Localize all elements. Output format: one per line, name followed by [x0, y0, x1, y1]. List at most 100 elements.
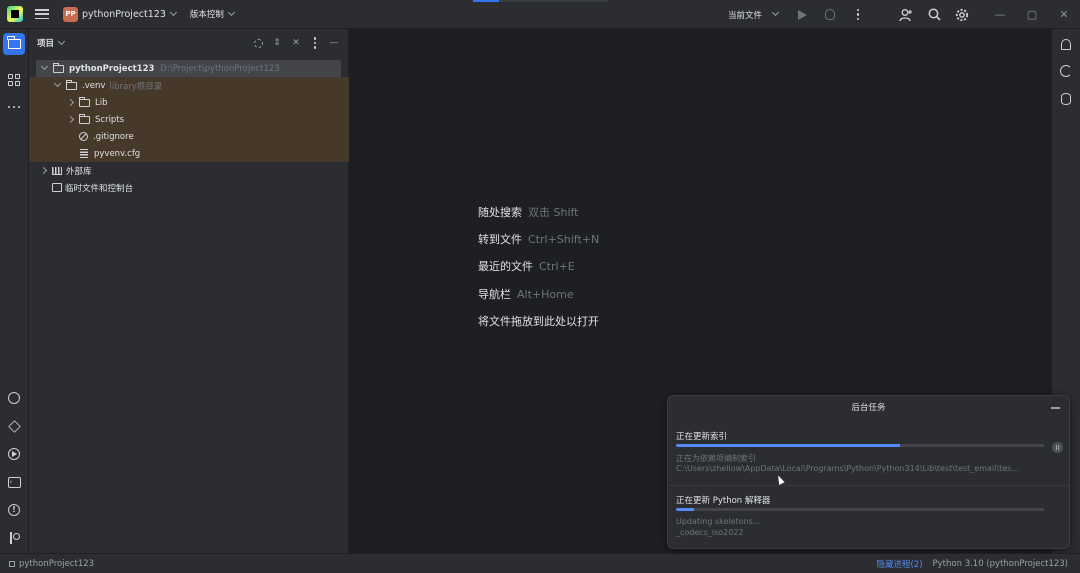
left-tool-strip: › ! [0, 29, 29, 553]
project-switcher[interactable]: pythonProject123 [82, 9, 166, 20]
tree-item-project-root[interactable]: pythonProject123 D:\Project\pythonProjec… [36, 60, 341, 77]
project-panel-title[interactable]: 项目 [37, 37, 54, 49]
structure-icon[interactable] [3, 69, 25, 91]
scratch-icon [52, 183, 62, 192]
expand-all-icon[interactable]: ⇕ [269, 35, 285, 51]
tree-item-label: 临时文件和控制台 [65, 183, 134, 194]
tree-item-label: .venv [82, 80, 106, 91]
tree-item-gitignore[interactable]: .gitignore [29, 128, 349, 145]
hint-go-to-file: 转到文件 Ctrl+Shift+N [478, 231, 599, 247]
chevron-down-icon[interactable] [57, 37, 66, 45]
add-user-icon[interactable] [892, 0, 920, 29]
project-badge[interactable]: PP [63, 6, 78, 22]
library-icon [52, 166, 62, 175]
tree-item-path: D:\Project\pythonProject123 [160, 63, 280, 74]
ai-assistant-icon[interactable] [1055, 60, 1077, 82]
tree-item-pyvenv-cfg[interactable]: pyvenv.cfg [29, 145, 349, 162]
close-button[interactable]: ✕ [1048, 0, 1080, 29]
tree-item-venv[interactable]: .venv library根目录 [29, 77, 349, 94]
status-bar: pythonProject123 隐藏进程(2) Python 3.10 (py… [0, 553, 1080, 573]
hint-action: 随处搜索 [478, 206, 522, 219]
task-title: 正在更新索引 [676, 432, 728, 442]
hint-action: 导航栏 [478, 288, 511, 301]
title-bar: PP pythonProject123 版本控制 当前文件 — ▢ ✕ [0, 0, 1080, 29]
loading-indicator [473, 0, 608, 2]
project-panel: 项目 ⇕ ✕ — pythonProject123 D:\Project\pyt… [29, 29, 349, 553]
folder-icon [52, 62, 64, 73]
tree-item-label: Scripts [95, 114, 125, 125]
folder-icon [78, 113, 90, 124]
options-icon[interactable] [307, 35, 323, 51]
project-folder-icon[interactable] [3, 33, 25, 55]
collapse-all-icon[interactable]: ✕ [288, 35, 304, 51]
divider [668, 485, 1069, 486]
background-tasks-popup: 后台任务 正在更新索引 正在为依赖项编制索引 C:\Users\zhellow\… [667, 395, 1070, 549]
task-progress-bar [676, 444, 1044, 447]
debug-icon[interactable] [816, 0, 844, 29]
terminal-icon[interactable]: › [3, 471, 25, 493]
hint-shortcut: Alt+Home [517, 288, 574, 301]
folder-icon [65, 79, 77, 90]
minimize-icon[interactable] [1051, 407, 1060, 409]
task-detail: 正在为依赖项编制索引 [676, 454, 756, 463]
pause-icon[interactable] [1052, 442, 1063, 453]
notifications-icon[interactable] [1055, 33, 1077, 55]
ignore-file-icon [79, 132, 88, 141]
hide-panel-icon[interactable]: — [326, 35, 342, 51]
expand-arrow-icon[interactable] [66, 100, 74, 105]
task-progress-bar [676, 508, 1044, 511]
search-icon[interactable] [920, 0, 948, 29]
hide-processes-link[interactable]: 隐藏进程(2) [876, 558, 922, 570]
maximize-button[interactable]: ▢ [1016, 0, 1048, 29]
expand-arrow-icon[interactable] [40, 66, 48, 71]
chevron-down-icon[interactable] [227, 8, 235, 16]
hint-shortcut: Ctrl+E [539, 260, 575, 273]
hint-shortcut: Ctrl+Shift+N [528, 233, 600, 246]
tree-item-scripts[interactable]: Scripts [29, 111, 349, 128]
expand-arrow-icon[interactable] [66, 117, 74, 122]
tree-item-lib[interactable]: Lib [29, 94, 349, 111]
play-icon[interactable] [788, 0, 816, 29]
more-icon[interactable] [844, 0, 872, 29]
more-tools-icon[interactable] [3, 96, 25, 118]
chevron-down-icon[interactable] [169, 8, 177, 16]
tree-item-hint: library根目录 [109, 81, 163, 92]
project-panel-header: 项目 ⇕ ✕ — [29, 29, 348, 57]
tree-item-scratches[interactable]: 临时文件和控制台 [29, 179, 349, 196]
status-project-name[interactable]: pythonProject123 [19, 559, 94, 569]
run-config-selector[interactable]: 当前文件 [728, 9, 762, 21]
hamburger-menu-icon[interactable] [35, 9, 49, 19]
hint-action: 转到文件 [478, 233, 522, 246]
problems-icon[interactable]: ! [3, 499, 25, 521]
hint-drop-files: 将文件拖放到此处以打开 [478, 313, 599, 329]
hint-shortcut: 双击 Shift [528, 206, 579, 219]
tree-item-label: 外部库 [66, 166, 92, 177]
minimize-button[interactable]: — [984, 0, 1016, 29]
tree-item-label: Lib [95, 97, 108, 108]
folder-icon [78, 96, 90, 107]
vcs-menu[interactable]: 版本控制 [190, 8, 224, 20]
python-packages-icon[interactable] [3, 415, 25, 437]
config-file-icon [80, 149, 88, 158]
python-console-icon[interactable] [3, 387, 25, 409]
tree-item-external-libraries[interactable]: 外部库 [29, 162, 349, 179]
tree-item-label: pyvenv.cfg [94, 148, 141, 159]
git-icon[interactable] [3, 527, 25, 549]
task-progress-fill [676, 508, 695, 511]
chevron-down-icon[interactable] [771, 8, 780, 17]
expand-arrow-icon[interactable] [53, 83, 61, 88]
services-icon[interactable] [3, 443, 25, 465]
task-detail: _codecs_iso2022 [676, 528, 744, 537]
tree-item-label: pythonProject123 [69, 63, 155, 74]
expand-arrow-icon[interactable] [39, 168, 47, 173]
settings-icon[interactable] [948, 0, 976, 29]
hint-navigation-bar: 导航栏 Alt+Home [478, 286, 574, 302]
interpreter-selector[interactable]: Python 3.10 (pythonProject123) [933, 559, 1068, 569]
database-icon[interactable] [1055, 88, 1077, 110]
hint-search-everywhere: 随处搜索 双击 Shift [478, 204, 579, 220]
hint-recent-files: 最近的文件 Ctrl+E [478, 258, 575, 274]
hint-action: 最近的文件 [478, 260, 533, 273]
tree-item-label: .gitignore [93, 131, 134, 142]
task-detail-path: C:\Users\zhellow\AppData\Local\Programs\… [676, 464, 1019, 473]
locate-file-icon[interactable] [250, 35, 266, 51]
